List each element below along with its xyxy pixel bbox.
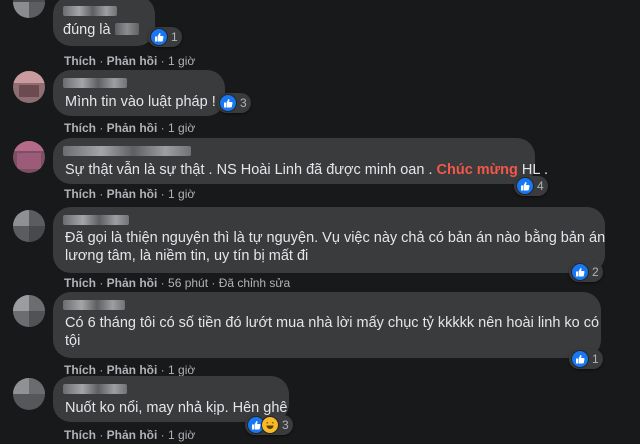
reaction-summary[interactable]: 1 [569,349,603,369]
like-thumb-icon [150,28,168,46]
comment-actions: Thích · Phản hồi · 1 giờ [64,54,196,68]
reaction-count: 4 [537,179,544,193]
avatar[interactable] [13,0,45,18]
comment-text-line-2: lương tâm, là niềm tin, uy tín bị mất đi [65,248,309,264]
reaction-summary[interactable]: 3 [217,93,251,113]
like-thumb-icon [571,350,589,368]
comment-text: Mình tin vào luật pháp ! [65,94,216,110]
comment-text-line-1: Có 6 tháng tôi có số tiền đó lướt mua nh… [65,315,600,331]
like-thumb-icon [516,177,534,195]
reply-link[interactable]: Phản hồi [107,428,158,442]
reply-link[interactable]: Phản hồi [107,54,158,68]
comment-actions: Thích · Phản hồi · 1 giờ [64,187,196,201]
commenter-name[interactable] [63,384,127,394]
reaction-summary[interactable]: 4 [514,176,548,196]
like-thumb-icon [219,94,237,112]
comment-text-line-2: tội [65,333,81,349]
avatar[interactable] [13,71,45,103]
timestamp[interactable]: 1 giờ [168,54,195,68]
haha-emoji-icon [261,416,279,434]
like-link[interactable]: Thích [64,276,96,290]
reply-link[interactable]: Phản hồi [107,276,158,290]
comment-bubble: Đã gọi là thiện nguyện thì là tự nguyện.… [53,207,605,273]
comment-bubble: đúng là [53,0,155,46]
avatar[interactable] [13,295,45,327]
comment-bubble: Có 6 tháng tôi có số tiền đó lướt mua nh… [53,292,601,358]
highlighted-text: Chúc mừng [436,162,518,178]
timestamp[interactable]: 56 phút [168,276,208,290]
like-link[interactable]: Thích [64,54,96,68]
edited-label[interactable]: Đã chỉnh sửa [219,276,290,290]
reaction-count: 3 [240,96,247,110]
timestamp[interactable]: 1 giờ [168,187,195,201]
timestamp[interactable]: 1 giờ [168,363,195,377]
reaction-summary[interactable]: 1 [148,27,182,47]
comment-bubble: Mình tin vào luật pháp ! [53,70,225,116]
reply-link[interactable]: Phản hồi [107,121,158,135]
reply-link[interactable]: Phản hồi [107,363,158,377]
comment-actions: Thích · Phản hồi · 1 giờ [64,363,196,377]
reaction-summary[interactable]: 3 [245,415,293,435]
comment-actions: Thích · Phản hồi · 1 giờ [64,428,196,442]
like-link[interactable]: Thích [64,187,96,201]
like-thumb-icon [571,263,589,281]
comment-text-line-1: Đã gọi là thiện nguyện thì là tự nguyện.… [65,230,606,246]
avatar[interactable] [13,141,45,173]
reaction-count: 2 [592,265,599,279]
comment-bubble: Sự thật vẫn là sự thật . NS Hoài Linh đã… [53,138,548,184]
avatar[interactable] [13,210,45,242]
comment-text: Sự thật vẫn là sự thật . NS Hoài Linh đã… [65,162,548,178]
commenter-name[interactable] [63,78,127,88]
comment-text: đúng là [63,20,139,40]
like-link[interactable]: Thích [64,363,96,377]
reaction-count: 3 [282,418,289,432]
reaction-summary[interactable]: 2 [569,262,603,282]
reaction-count: 1 [171,30,178,44]
avatar[interactable] [13,378,45,410]
reaction-count: 1 [592,352,599,366]
commenter-name[interactable] [63,215,129,225]
commenter-name[interactable] [63,6,117,16]
blurred-word [114,23,139,35]
comment-actions: Thích · Phản hồi · 1 giờ [64,121,196,135]
commenter-name[interactable] [63,146,191,156]
like-link[interactable]: Thích [64,428,96,442]
commenter-name[interactable] [63,300,125,310]
comment-actions: Thích · Phản hồi · 56 phút · Đã chỉnh sử… [64,276,291,290]
like-link[interactable]: Thích [64,121,96,135]
timestamp[interactable]: 1 giờ [168,428,195,442]
reply-link[interactable]: Phản hồi [107,187,158,201]
timestamp[interactable]: 1 giờ [168,121,195,135]
